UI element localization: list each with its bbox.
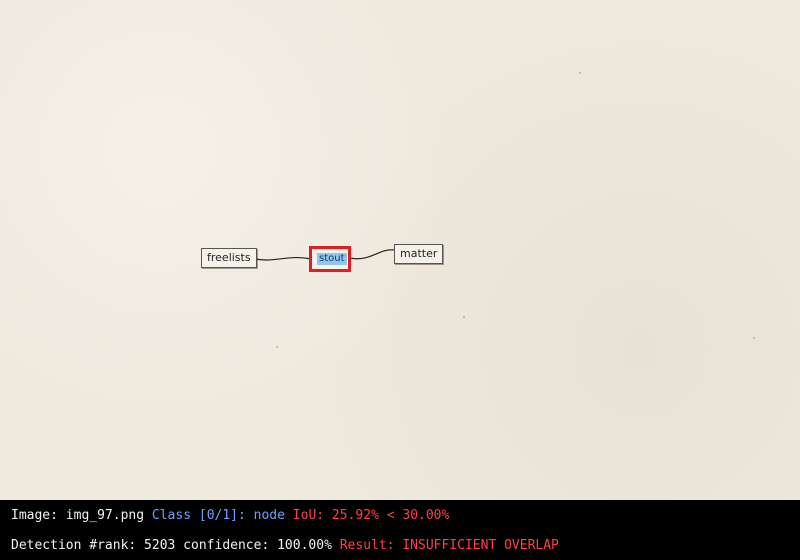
node-stout-selected[interactable]: stout: [309, 246, 351, 272]
image-filename: img_97.png: [65, 508, 145, 523]
result-readout: Result: INSUFFICIENT OVERLAP: [339, 538, 559, 553]
node-freelists[interactable]: freelists: [201, 248, 257, 268]
node-label: matter: [400, 247, 438, 260]
edge-freelists-stout: [250, 256, 312, 261]
class-value: node: [253, 508, 285, 523]
edge-stout-matter: [348, 249, 396, 260]
status-line-image: Image: img_97.png Class [0/1]: node IoU:…: [11, 508, 449, 523]
node-matter[interactable]: matter: [394, 244, 444, 264]
status-bar: Image: img_97.png Class [0/1]: node IoU:…: [0, 500, 800, 560]
mindmap-canvas[interactable]: freelists stout matter: [0, 0, 800, 500]
image-label: Image:: [11, 508, 58, 523]
status-line-detection: Detection #rank: 5203 confidence: 100.00…: [11, 538, 559, 553]
node-label: freelists: [207, 251, 251, 264]
node-label: stout: [317, 253, 347, 265]
detection-readout: Detection #rank: 5203 confidence: 100.00…: [11, 538, 332, 553]
iou-readout: IoU: 25.92% < 30.00%: [292, 508, 450, 523]
class-label: Class [0/1]:: [151, 508, 246, 523]
